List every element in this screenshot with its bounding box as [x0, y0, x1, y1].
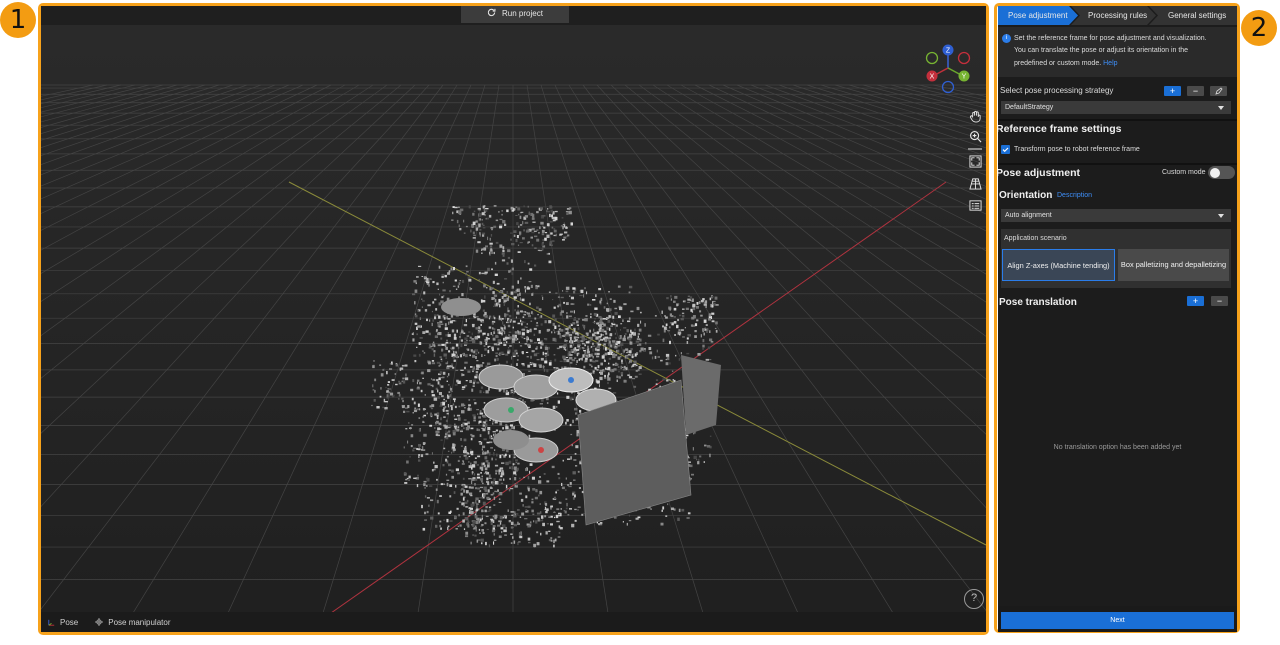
grid-plane-icon[interactable] — [966, 174, 984, 192]
gizmo-x-label: X — [930, 74, 935, 81]
transform-checkbox-label: Transform pose to robot reference frame — [1014, 146, 1140, 153]
info-notice: i Set the reference frame for pose adjus… — [998, 27, 1237, 77]
toolbar-divider — [968, 148, 982, 150]
tab-general-settings[interactable]: General settings — [1168, 6, 1226, 25]
checkbox-checked-icon[interactable] — [1001, 145, 1010, 154]
remove-strategy-button[interactable]: − — [1187, 86, 1204, 96]
custom-mode-label: Custom mode — [1162, 169, 1206, 176]
3d-viewer[interactable]: Run project Z X Y ? Pose Pose manipulato… — [41, 6, 986, 632]
custom-mode-toggle[interactable] — [1208, 166, 1235, 179]
pose-axes-icon — [48, 619, 55, 626]
help-link[interactable]: Help — [1103, 60, 1117, 67]
scenario-label: Application scenario — [1004, 235, 1067, 242]
legend-pose-label: Pose — [60, 617, 79, 627]
run-project-button[interactable]: Run project — [461, 6, 569, 23]
info-line-1: Set the reference frame for pose adjustm… — [1014, 35, 1207, 42]
fit-view-icon[interactable] — [966, 152, 984, 170]
gizmo-y-label: Y — [962, 74, 967, 81]
manipulator-icon — [95, 618, 104, 626]
orientation-select[interactable]: Auto alignment — [1001, 209, 1231, 222]
run-project-label: Run project — [502, 8, 543, 18]
refresh-icon — [487, 8, 496, 19]
gizmo-z-label: Z — [946, 48, 951, 55]
orientation-title: Orientation — [999, 190, 1053, 201]
scenario-box-palletizing-button[interactable]: Box palletizing and depalletizing — [1118, 249, 1229, 281]
viewer-toolbar: Run project — [41, 6, 986, 25]
description-link[interactable]: Description — [1057, 192, 1092, 199]
remove-translation-button[interactable]: − — [1211, 296, 1228, 306]
strategy-label: Select pose processing strategy — [1000, 86, 1114, 95]
pan-hand-icon[interactable] — [966, 107, 984, 125]
divider — [998, 163, 1237, 165]
transform-checkbox-row[interactable]: Transform pose to robot reference frame — [998, 144, 1237, 156]
add-translation-button[interactable]: + — [1187, 296, 1204, 306]
info-line-3: predefined or custom mode. — [1014, 59, 1102, 67]
chevron-down-icon — [1218, 214, 1224, 218]
chevron-down-icon — [1218, 106, 1224, 110]
application-scenario-box: Application scenario Align Z-axes (Machi… — [1001, 229, 1231, 288]
step-tabs: Pose adjustment Processing rules General… — [998, 6, 1237, 25]
help-button[interactable]: ? — [964, 589, 984, 609]
zoom-icon[interactable] — [966, 127, 984, 145]
divider — [998, 119, 1237, 121]
viewer-legend-bar: Pose Pose manipulator — [41, 612, 986, 632]
toggle-knob — [1210, 167, 1220, 178]
info-line-2: You can translate the pose or adjust its… — [1014, 47, 1189, 55]
settings-panel: Pose adjustment Processing rules General… — [998, 6, 1237, 632]
display-settings-icon[interactable] — [966, 196, 984, 214]
rename-strategy-button[interactable] — [1210, 86, 1227, 96]
legend-pose-manipulator[interactable]: Pose manipulator — [94, 617, 171, 627]
pose-translation-title: Pose translation — [999, 297, 1077, 308]
scenario-align-z-button[interactable]: Align Z-axes (Machine tending) — [1002, 249, 1115, 281]
tab-pose-adjustment[interactable]: Pose adjustment — [1008, 6, 1068, 25]
next-button[interactable]: Next — [1001, 612, 1234, 629]
callout-badge-1: 1 — [0, 2, 36, 38]
tab-processing-rules[interactable]: Processing rules — [1088, 6, 1147, 25]
strategy-value: DefaultStrategy — [1005, 104, 1054, 111]
add-strategy-button[interactable]: + — [1164, 86, 1181, 96]
strategy-select[interactable]: DefaultStrategy — [1001, 101, 1231, 114]
reference-frame-title: Reference frame settings — [998, 123, 1122, 135]
callout-badge-2: 2 — [1241, 10, 1277, 46]
info-icon: i — [1002, 34, 1011, 43]
orientation-value: Auto alignment — [1005, 212, 1052, 219]
point-cloud-scene[interactable] — [41, 25, 986, 613]
translation-empty-message: No translation option has been added yet — [1053, 444, 1182, 451]
strategy-row: Select pose processing strategy + − — [998, 85, 1237, 99]
pose-adjustment-title: Pose adjustment — [998, 167, 1081, 179]
orientation-gizmo[interactable]: Z X Y — [923, 42, 973, 94]
edit-pencil-icon — [1214, 87, 1223, 95]
legend-pose[interactable]: Pose — [47, 618, 78, 627]
legend-manipulator-label: Pose manipulator — [108, 617, 171, 627]
